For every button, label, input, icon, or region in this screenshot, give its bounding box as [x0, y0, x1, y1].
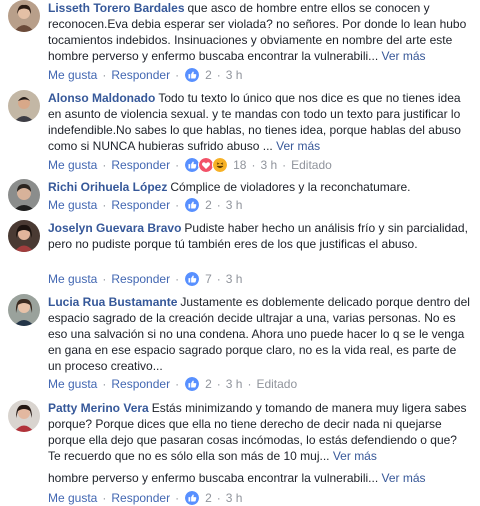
- avatar[interactable]: [8, 294, 40, 326]
- avatar[interactable]: [8, 0, 40, 32]
- avatar[interactable]: [8, 90, 40, 122]
- comment-author[interactable]: Patty Merino Vera: [48, 401, 149, 415]
- avatar[interactable]: [8, 220, 40, 252]
- reply-button[interactable]: Responder: [111, 376, 170, 392]
- comment-actions: Me gusta · Responder · 2 · 3 h: [48, 197, 243, 213]
- comment-actions: Me gusta · Responder · 18 · 3 h · Editad…: [48, 157, 332, 173]
- comment-author[interactable]: Joselyn Guevara Bravo: [48, 221, 181, 235]
- comment-timestamp[interactable]: 3 h: [226, 197, 243, 213]
- reply-button[interactable]: Responder: [111, 197, 170, 213]
- avatar[interactable]: [8, 179, 40, 211]
- reply-button[interactable]: Responder: [111, 157, 170, 173]
- reactions-summary[interactable]: [184, 197, 201, 213]
- comment-author[interactable]: Lisseth Torero Bardales: [48, 1, 185, 15]
- like-button[interactable]: Me gusta: [48, 157, 97, 173]
- reply-button[interactable]: Responder: [111, 271, 170, 287]
- reaction-count: 2: [205, 198, 212, 212]
- like-button[interactable]: Me gusta: [48, 376, 97, 392]
- avatar[interactable]: [8, 400, 40, 432]
- like-reaction-icon: [184, 67, 201, 83]
- like-reaction-icon: [184, 197, 201, 213]
- reaction-count: 2: [205, 68, 212, 82]
- comment-author[interactable]: Alonso Maldonado: [48, 91, 155, 105]
- comment-body: Lucia Rua Bustamante Justamente es doblem…: [48, 294, 470, 374]
- see-more-link[interactable]: Ver más: [333, 449, 377, 463]
- comment-timestamp[interactable]: 3 h: [260, 157, 277, 173]
- reactions-summary[interactable]: [184, 376, 201, 392]
- comment-body: Richi Orihuela López Cómplice de violador…: [48, 179, 470, 195]
- like-reaction-icon: [184, 271, 201, 287]
- reactions-summary[interactable]: [184, 157, 229, 173]
- comment-text: hombre perverso y enfermo buscaba encont…: [48, 471, 379, 485]
- like-button[interactable]: Me gusta: [48, 197, 97, 213]
- comment-timestamp[interactable]: 3 h: [226, 376, 243, 392]
- like-button[interactable]: Me gusta: [48, 271, 97, 287]
- haha-reaction-icon: [212, 157, 229, 173]
- comment-actions: Me gusta · Responder · 2 · 3 h: [48, 67, 243, 83]
- comment-author[interactable]: Richi Orihuela López: [48, 180, 167, 194]
- comment-timestamp[interactable]: 3 h: [226, 271, 243, 287]
- comment-text-partial: hombre perverso y enfermo buscaba encont…: [48, 470, 478, 486]
- see-more-link[interactable]: Ver más: [382, 49, 426, 63]
- comment-actions: Me gusta · Responder · 2 · 3 h · Editado: [48, 376, 298, 392]
- comment-body: Patty Merino Vera Estás minimizando y tom…: [48, 400, 470, 464]
- like-button[interactable]: Me gusta: [48, 67, 97, 83]
- reaction-count: 7: [205, 272, 212, 286]
- comment-body: Lisseth Torero Bardales que asco de hombr…: [48, 0, 470, 64]
- reaction-count: 2: [205, 377, 212, 391]
- comment-actions: Me gusta · Responder · 7 · 3 h: [48, 271, 243, 287]
- reactions-summary[interactable]: [184, 271, 201, 287]
- reply-button[interactable]: Responder: [111, 67, 170, 83]
- see-more-link[interactable]: Ver más: [382, 471, 426, 485]
- comment-body: Joselyn Guevara Bravo Pudiste haber hecho…: [48, 220, 470, 252]
- comment-text: Cómplice de violadores y la reconchatuma…: [170, 180, 411, 194]
- edited-label[interactable]: Editado: [291, 157, 332, 173]
- comment-timestamp[interactable]: 3 h: [226, 67, 243, 83]
- edited-label[interactable]: Editado: [256, 376, 297, 392]
- like-reaction-icon: [184, 376, 201, 392]
- comment-author[interactable]: Lucia Rua Bustamante: [48, 295, 177, 309]
- reaction-count: 18: [233, 158, 247, 172]
- comment-body: Alonso Maldonado Todo tu texto lo único q…: [48, 90, 470, 154]
- reactions-summary[interactable]: [184, 67, 201, 83]
- see-more-link[interactable]: Ver más: [276, 139, 320, 153]
